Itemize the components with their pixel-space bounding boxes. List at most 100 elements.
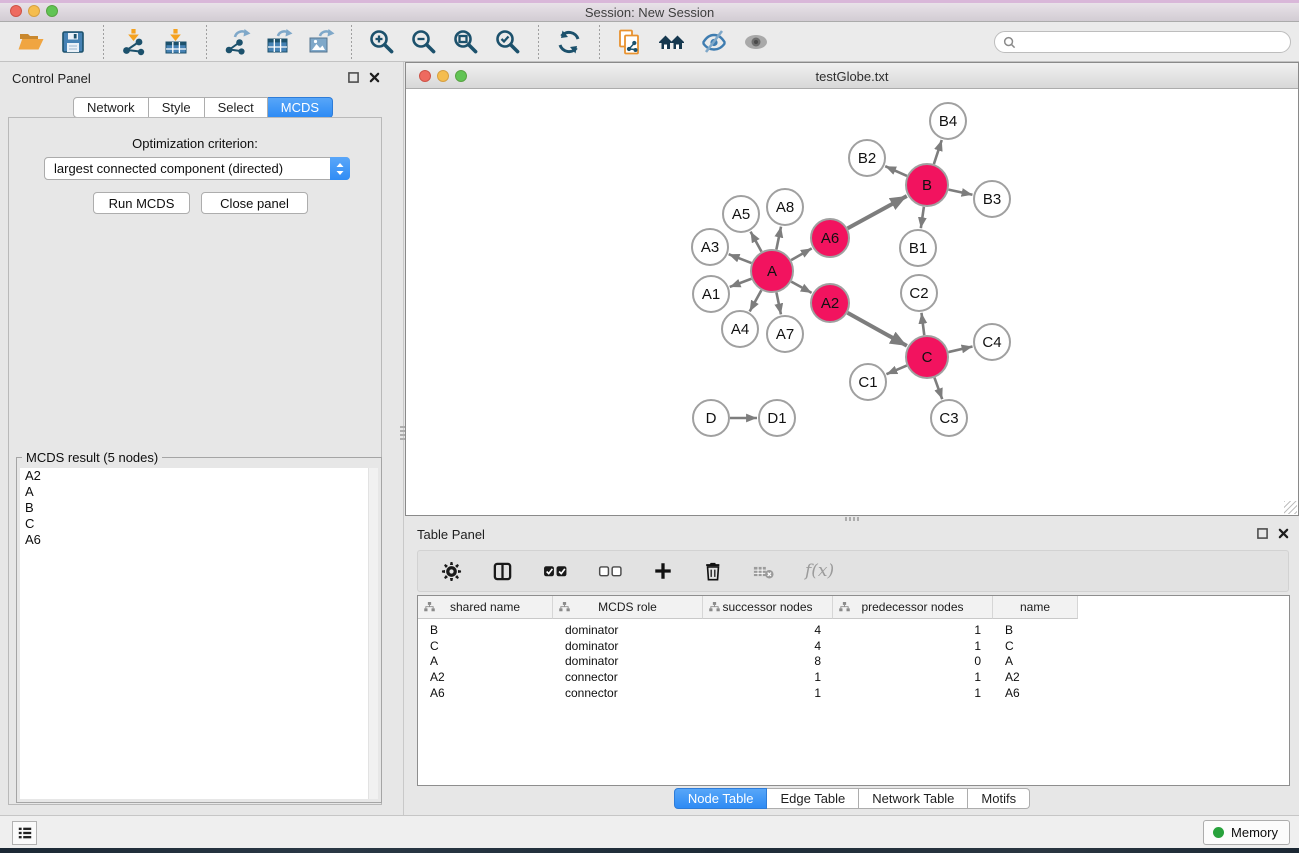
close-panel-button[interactable]: Close panel <box>201 192 308 214</box>
toolbar-open-file-button[interactable] <box>15 25 47 59</box>
table-row[interactable]: Cdominator41C <box>418 638 1289 654</box>
mcds-result-item[interactable]: A <box>20 484 378 500</box>
mcds-result-item[interactable]: A6 <box>20 532 378 548</box>
column-header-mcds-role[interactable]: MCDS role <box>553 596 703 619</box>
table-cell[interactable]: connector <box>553 670 703 684</box>
table-cell[interactable]: A6 <box>418 686 553 700</box>
mcds-result-item[interactable]: B <box>20 500 378 516</box>
graph-node-B2[interactable]: B2 <box>849 140 885 176</box>
toolbar-import-table-button[interactable] <box>160 25 192 59</box>
window-resize-grip[interactable] <box>1284 501 1297 514</box>
table-cell[interactable]: 0 <box>833 654 993 668</box>
table-toolbar-table-settings-button[interactable] <box>435 560 468 583</box>
graph-node-A6[interactable]: A6 <box>811 219 849 257</box>
table-cell[interactable]: dominator <box>553 654 703 668</box>
table-panel-float-icon[interactable] <box>1257 528 1268 539</box>
table-row[interactable]: A6connector11A6 <box>418 685 1289 701</box>
graph-node-B4[interactable]: B4 <box>930 103 966 139</box>
memory-button[interactable]: Memory <box>1203 820 1290 845</box>
table-cell[interactable]: 4 <box>703 639 833 653</box>
table-toolbar-select-all-check-button[interactable] <box>537 563 574 580</box>
table-toolbar-add-row-button[interactable] <box>647 560 679 582</box>
table-cell[interactable]: A <box>418 654 553 668</box>
control-panel-close-icon[interactable] <box>369 72 380 83</box>
toolbar-show-all-button[interactable] <box>740 25 772 59</box>
toolbar-import-network-button[interactable] <box>118 25 150 59</box>
tab-network-table[interactable]: Network Table <box>859 788 968 809</box>
table-toolbar-function-builder-button[interactable]: f(x) <box>799 562 840 581</box>
table-cell[interactable]: 8 <box>703 654 833 668</box>
table-toolbar-delete-row-button[interactable] <box>697 560 729 582</box>
toolbar-export-image-button[interactable] <box>305 25 337 59</box>
graph-node-A5[interactable]: A5 <box>723 196 759 232</box>
toolbar-save-session-button[interactable] <box>57 25 89 59</box>
criterion-dropdown[interactable]: largest connected component (directed) <box>44 157 350 180</box>
table-cell[interactable]: A2 <box>993 670 1078 684</box>
table-cell[interactable]: A2 <box>418 670 553 684</box>
mcds-result-item[interactable]: A2 <box>20 468 378 484</box>
toolbar-hide-selected-button[interactable] <box>698 25 730 59</box>
graph-node-C3[interactable]: C3 <box>931 400 967 436</box>
table-row[interactable]: Bdominator41B <box>418 622 1289 638</box>
column-header-predecessor-nodes[interactable]: predecessor nodes <box>833 596 993 619</box>
toolbar-apply-layout-button[interactable] <box>553 25 585 59</box>
table-cell[interactable]: 1 <box>833 670 993 684</box>
tab-node-table[interactable]: Node Table <box>674 788 768 809</box>
table-cell[interactable]: dominator <box>553 639 703 653</box>
tab-mcds[interactable]: MCDS <box>268 97 333 118</box>
table-panel-close-icon[interactable] <box>1278 528 1289 539</box>
table-cell[interactable]: 1 <box>703 686 833 700</box>
table-toolbar-delete-table-button[interactable] <box>747 562 781 581</box>
graph-node-A2[interactable]: A2 <box>811 284 849 322</box>
control-panel-float-icon[interactable] <box>348 72 359 83</box>
tab-edge-table[interactable]: Edge Table <box>767 788 859 809</box>
graph-node-A1[interactable]: A1 <box>693 276 729 312</box>
graph-node-B3[interactable]: B3 <box>974 181 1010 217</box>
run-mcds-button[interactable]: Run MCDS <box>93 192 190 214</box>
search-input[interactable] <box>1021 32 1290 52</box>
table-cell[interactable]: A6 <box>993 686 1078 700</box>
graph-node-C1[interactable]: C1 <box>850 364 886 400</box>
graph-node-D[interactable]: D <box>693 400 729 436</box>
graph-node-B[interactable]: B <box>906 164 948 206</box>
toolbar-zoom-selected-button[interactable] <box>492 25 524 59</box>
status-menu-button[interactable] <box>12 821 37 845</box>
table-cell[interactable]: dominator <box>553 623 703 637</box>
toolbar-export-network-button[interactable] <box>221 25 253 59</box>
column-header-shared-name[interactable]: shared name <box>418 596 553 619</box>
column-header-successor-nodes[interactable]: successor nodes <box>703 596 833 619</box>
table-cell[interactable]: connector <box>553 686 703 700</box>
table-cell[interactable]: A <box>993 654 1078 668</box>
table-cell[interactable]: 4 <box>703 623 833 637</box>
toolbar-zoom-fit-content-button[interactable] <box>450 25 482 59</box>
graph-node-A[interactable]: A <box>751 250 793 292</box>
table-toolbar-show-columns-button[interactable] <box>486 560 519 583</box>
graph-node-C[interactable]: C <box>906 336 948 378</box>
table-row[interactable]: Adominator80A <box>418 654 1289 670</box>
toolbar-zoom-out-button[interactable] <box>408 25 440 59</box>
toolbar-new-network-from-selection-button[interactable] <box>614 25 646 59</box>
graph-node-A3[interactable]: A3 <box>692 229 728 265</box>
toolbar-export-table-button[interactable] <box>263 25 295 59</box>
graph-node-B1[interactable]: B1 <box>900 230 936 266</box>
horizontal-splitter-grip[interactable] <box>845 517 859 521</box>
table-cell[interactable]: 1 <box>703 670 833 684</box>
table-cell[interactable]: C <box>993 639 1078 653</box>
table-row[interactable]: A2connector11A2 <box>418 669 1289 685</box>
table-cell[interactable]: B <box>993 623 1078 637</box>
table-cell[interactable]: C <box>418 639 553 653</box>
table-cell[interactable]: 1 <box>833 686 993 700</box>
mcds-result-item[interactable]: C <box>20 516 378 532</box>
graph-node-A7[interactable]: A7 <box>767 316 803 352</box>
table-cell[interactable]: 1 <box>833 639 993 653</box>
tab-select[interactable]: Select <box>205 97 268 118</box>
tab-style[interactable]: Style <box>149 97 205 118</box>
graph-node-A4[interactable]: A4 <box>722 311 758 347</box>
graph-node-D1[interactable]: D1 <box>759 400 795 436</box>
table-cell[interactable]: B <box>418 623 553 637</box>
toolbar-zoom-in-button[interactable] <box>366 25 398 59</box>
graph-node-C4[interactable]: C4 <box>974 324 1010 360</box>
column-header-name[interactable]: name <box>993 596 1078 619</box>
table-cell[interactable]: 1 <box>833 623 993 637</box>
graph-node-A8[interactable]: A8 <box>767 189 803 225</box>
